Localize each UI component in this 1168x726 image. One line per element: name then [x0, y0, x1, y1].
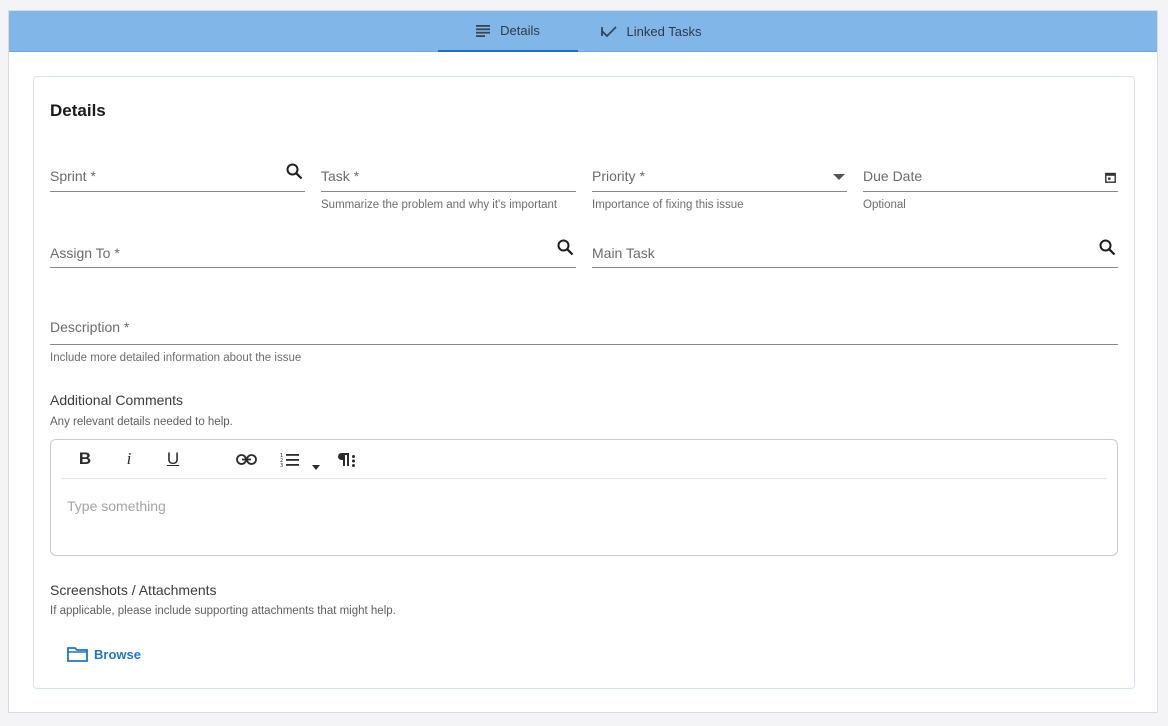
due-date-underline	[863, 191, 1118, 192]
assign-to-label: Assign To *	[50, 245, 120, 261]
main-task-label: Main Task	[592, 245, 655, 261]
svg-text:3: 3	[280, 463, 283, 467]
due-date-field[interactable]: Due Date Optional	[863, 157, 1118, 217]
dropdown-arrow-icon[interactable]	[833, 174, 845, 180]
comments-hint: Any relevant details needed to help.	[50, 416, 233, 428]
assign-to-underline	[50, 267, 576, 268]
due-date-hint: Optional	[863, 199, 906, 211]
task-label: Task *	[321, 168, 360, 184]
attachments-heading: Screenshots / Attachments	[50, 582, 217, 598]
calendar-icon[interactable]	[1105, 172, 1116, 183]
linked-tasks-icon	[600, 25, 617, 38]
priority-field[interactable]: Priority * Importance of fixing this iss…	[592, 157, 847, 217]
details-card: Details Sprint * Task * Summarize the pr…	[33, 76, 1135, 689]
sprint-underline	[50, 191, 305, 192]
description-label: Description *	[50, 319, 130, 335]
sprint-field[interactable]: Sprint *	[50, 157, 305, 197]
tab-details[interactable]: Details	[438, 11, 578, 52]
editor-toolbar: B i U 123	[51, 440, 1117, 478]
priority-hint: Importance of fixing this issue	[592, 199, 744, 211]
numbered-list-icon[interactable]: 123	[279, 448, 301, 470]
due-date-label: Due Date	[863, 168, 923, 184]
comments-editor[interactable]: B i U 123 Type something	[50, 439, 1118, 556]
card-title: Details	[50, 101, 106, 120]
bold-button[interactable]: B	[78, 448, 92, 470]
attachments-hint: If applicable, please include supporting…	[50, 605, 396, 617]
link-icon[interactable]	[235, 448, 257, 470]
tab-linked-tasks[interactable]: Linked Tasks	[591, 11, 711, 52]
description-field[interactable]: Description * Include more detailed info…	[50, 307, 1118, 371]
tab-linked-tasks-label: Linked Tasks	[626, 24, 702, 39]
main-task-field[interactable]: Main Task	[592, 234, 1118, 274]
browse-label: Browse	[94, 646, 141, 662]
browse-button[interactable]: Browse	[67, 646, 141, 662]
tab-details-label: Details	[500, 23, 540, 38]
search-icon[interactable]	[557, 239, 574, 256]
task-underline	[321, 191, 576, 192]
notes-icon	[476, 24, 491, 37]
search-icon[interactable]	[1099, 239, 1116, 256]
search-icon[interactable]	[286, 163, 303, 180]
toolbar-divider	[61, 478, 1107, 479]
priority-label: Priority *	[592, 168, 645, 184]
comments-heading: Additional Comments	[50, 392, 184, 408]
tab-bar: Details Linked Tasks	[9, 11, 1157, 52]
italic-button[interactable]: i	[123, 448, 135, 470]
priority-underline	[592, 191, 847, 192]
assign-to-field[interactable]: Assign To *	[50, 234, 576, 274]
sprint-label: Sprint *	[50, 168, 96, 184]
list-options-arrow-icon[interactable]	[311, 456, 321, 478]
underline-button[interactable]: U	[165, 448, 181, 470]
task-field[interactable]: Task * Summarize the problem and why it'…	[321, 157, 576, 217]
task-hint: Summarize the problem and why it's impor…	[321, 199, 558, 211]
editor-placeholder[interactable]: Type something	[67, 498, 166, 514]
description-underline	[50, 344, 1118, 345]
task-form-window: Details Linked Tasks Details Sprint * Ta…	[8, 10, 1158, 713]
description-hint: Include more detailed information about …	[50, 352, 302, 364]
paragraph-format-icon[interactable]	[337, 448, 357, 470]
main-task-underline	[592, 267, 1118, 268]
folder-icon	[67, 646, 88, 662]
